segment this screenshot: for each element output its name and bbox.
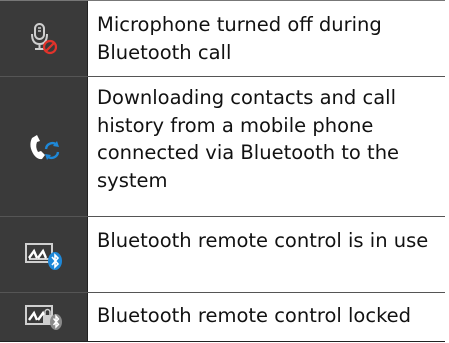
bluetooth-remote-icon <box>24 242 62 270</box>
row-description: Bluetooth remote control is in use <box>87 217 445 292</box>
table-row: Microphone turned off during Bluetooth c… <box>0 0 445 76</box>
icon-legend-table: Microphone turned off during Bluetooth c… <box>0 0 445 342</box>
table-row: Bluetooth remote control is in use <box>0 216 445 292</box>
row-description: Downloading contacts and call history fr… <box>87 77 445 216</box>
icon-cell <box>0 1 87 76</box>
row-description: Microphone turned off during Bluetooth c… <box>87 1 445 76</box>
row-description: Bluetooth remote control locked <box>87 293 445 341</box>
icon-cell <box>0 217 87 292</box>
phone-sync-icon <box>29 134 59 160</box>
icon-cell <box>0 77 87 216</box>
bluetooth-remote-locked-icon <box>24 305 62 330</box>
table-row: Downloading contacts and call history fr… <box>0 76 445 216</box>
icon-cell <box>0 293 87 341</box>
microphone-muted-icon <box>30 22 57 54</box>
table-row: Bluetooth remote control locked <box>0 292 445 341</box>
